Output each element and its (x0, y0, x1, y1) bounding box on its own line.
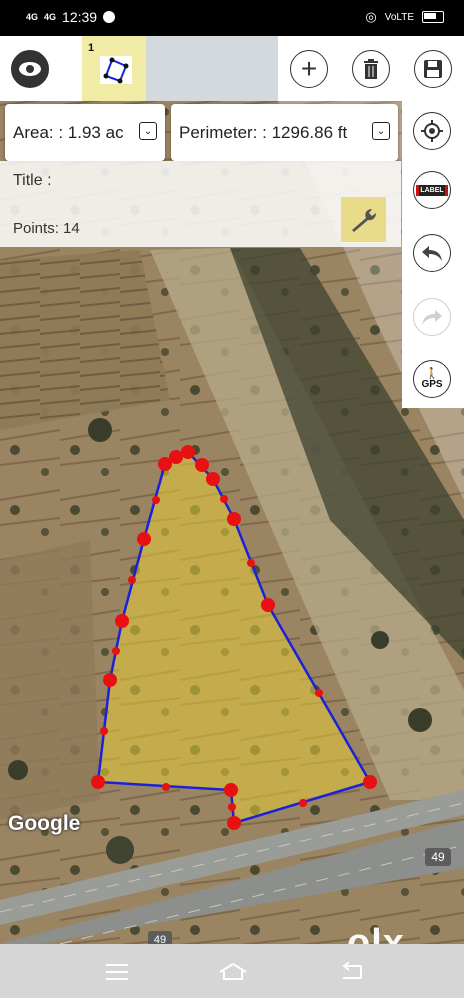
polygon-vertex-handle[interactable] (261, 598, 275, 612)
polygon-vertex-handle[interactable] (115, 614, 129, 628)
measured-field-polygon[interactable] (96, 450, 372, 825)
whatsapp-icon (103, 11, 116, 23)
road-shield-2: 49 (148, 931, 172, 944)
status-bar: 4G 4G 12:39 ◎ VoLTE (0, 0, 464, 36)
network-indicator-1: 4G (26, 12, 39, 22)
clock: 12:39 (62, 9, 98, 25)
polygon-midpoint-handle[interactable] (162, 783, 170, 791)
trash-icon (364, 59, 378, 79)
perimeter-value: Perimeter: : 1296.86 ft (179, 122, 348, 142)
polygon-shape-icon (100, 56, 132, 84)
shape-tab-1[interactable]: 1 (82, 36, 146, 101)
polygon-midpoint-handle[interactable] (152, 496, 160, 504)
polygon-vertex-handle[interactable] (227, 816, 241, 830)
battery-icon (422, 11, 444, 23)
polygon-midpoint-handle[interactable] (128, 576, 136, 584)
location-icon: ◎ (365, 9, 377, 24)
polygon-midpoint-handle[interactable] (100, 727, 108, 735)
gps-label: GPS (421, 379, 443, 390)
chevron-down-icon: ⌄ (372, 122, 390, 140)
polygon-vertex-handle[interactable] (103, 673, 117, 687)
polygon-vertex-handle[interactable] (363, 775, 377, 789)
menu-icon[interactable] (106, 964, 128, 980)
undo-arrow-icon (422, 246, 442, 261)
redo-button[interactable] (413, 298, 451, 336)
add-shape-button[interactable]: + (290, 50, 328, 88)
home-icon[interactable] (218, 962, 248, 980)
polygon-vertex-handle[interactable] (91, 775, 105, 789)
label-tag-icon: LABEL (416, 184, 448, 196)
gps-walk-button[interactable]: 🚶 GPS (413, 360, 451, 398)
delete-button[interactable] (352, 50, 390, 88)
road-shield-1-label: 49 (431, 850, 445, 864)
polygon-vertex-handle[interactable] (169, 450, 183, 464)
undo-button[interactable] (413, 234, 451, 272)
polygon-vertex-handle[interactable] (227, 512, 241, 526)
label-toggle-button[interactable]: LABEL (413, 171, 451, 209)
polygon-midpoint-handle[interactable] (112, 647, 120, 655)
edit-settings-button[interactable] (341, 197, 386, 242)
road-shield-2-label: 49 (153, 933, 167, 945)
floppy-disk-icon (424, 60, 442, 78)
wrench-icon (351, 208, 376, 232)
area-dropdown[interactable]: Area: : 1.93 ac ⌄ (5, 104, 165, 161)
system-navigation-bar (0, 944, 464, 998)
network-indicator-2: 4G (44, 12, 57, 22)
polygon-midpoint-handle[interactable] (220, 495, 228, 503)
chevron-down-icon: ⌄ (139, 122, 157, 140)
shape-title-label[interactable]: Title : (13, 172, 52, 190)
back-icon[interactable] (341, 962, 365, 980)
perimeter-dropdown[interactable]: Perimeter: : 1296.86 ft ⌄ (171, 104, 398, 161)
polygon-midpoint-handle[interactable] (299, 799, 307, 807)
map-attribution: Google (8, 812, 81, 835)
road-shield-1: 49 (425, 848, 451, 866)
polygon-midpoint-handle[interactable] (228, 803, 236, 811)
crosshair-icon (421, 120, 443, 142)
polygon-vertex-handle[interactable] (181, 445, 195, 459)
eye-icon (19, 62, 41, 76)
polygon-vertex-handle[interactable] (224, 783, 238, 797)
volte-indicator: VoLTE (384, 11, 414, 23)
polygon-vertex-handle[interactable] (195, 458, 209, 472)
shape-tab-number: 1 (88, 42, 95, 54)
visibility-toggle-button[interactable] (11, 50, 49, 88)
polygon-vertex-handle[interactable] (206, 472, 220, 486)
redo-arrow-icon (422, 310, 442, 325)
polygon-vertex-handle[interactable] (137, 532, 151, 546)
points-count: Points: 14 (13, 220, 80, 237)
my-location-button[interactable] (413, 112, 451, 150)
plus-icon: + (300, 53, 318, 84)
area-value: Area: : 1.93 ac (13, 122, 124, 142)
save-button[interactable] (414, 50, 452, 88)
polygon-midpoint-handle[interactable] (247, 559, 255, 567)
tab-strip-empty (146, 36, 278, 101)
polygon-midpoint-handle[interactable] (315, 689, 323, 697)
